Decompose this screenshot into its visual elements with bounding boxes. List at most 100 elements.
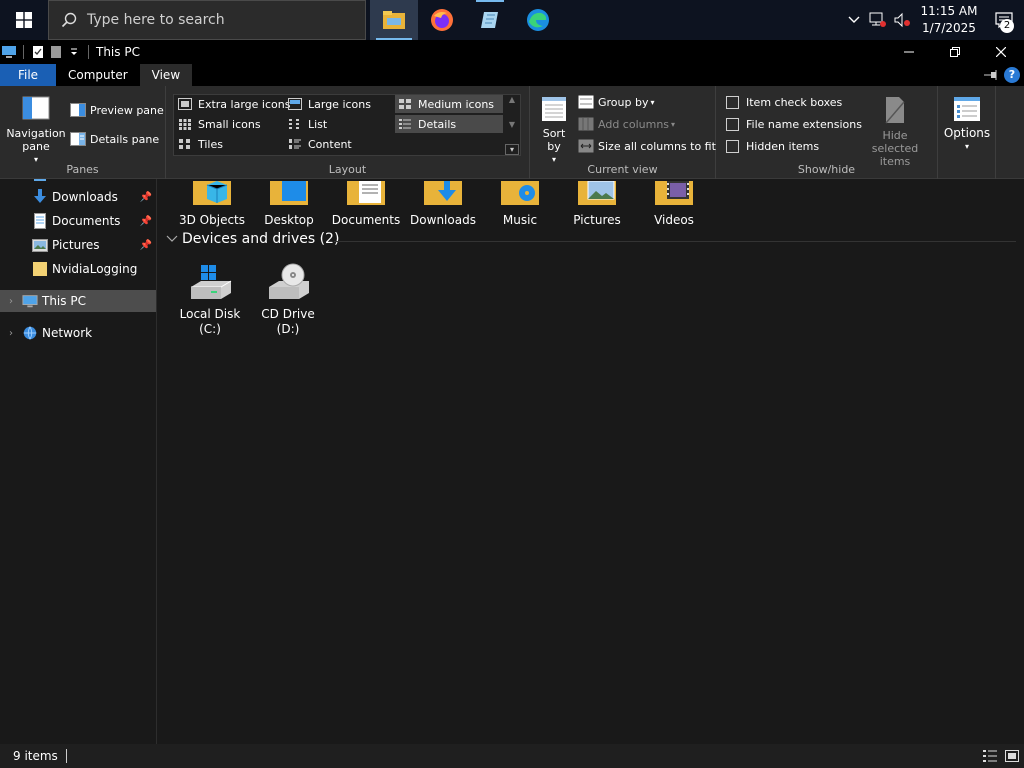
layout-large-icons[interactable]: Large icons	[285, 95, 393, 113]
taskbar-edge[interactable]	[514, 0, 562, 40]
drive-cd-drive-d[interactable]: CD Drive (D:)	[253, 263, 323, 337]
size-all-columns-button[interactable]: Size all columns to fit	[578, 137, 716, 155]
gallery-up-icon[interactable]: ▲	[509, 95, 515, 104]
hide-selected-items-button[interactable]: Hide selected items	[858, 96, 932, 168]
folder-videos[interactable]: Videos	[635, 179, 713, 227]
drive-name: CD Drive	[261, 307, 315, 321]
notepad-icon	[481, 12, 498, 28]
folder-label: Desktop	[264, 213, 314, 227]
qat-dropdown-icon[interactable]	[65, 40, 83, 64]
taskbar-file-explorer[interactable]	[370, 0, 418, 40]
taskbar-firefox[interactable]	[418, 0, 466, 40]
group-current-view: Sort by ▾ Group by ▾ Add columns ▾ Size …	[530, 86, 716, 179]
downloads-icon	[32, 189, 48, 205]
pin-icon[interactable]: 📌	[140, 192, 152, 203]
large-icons-icon	[288, 98, 302, 110]
pin-icon[interactable]: 📌	[140, 240, 152, 251]
options-label: Options	[943, 126, 991, 140]
details-view-icon[interactable]	[982, 748, 998, 764]
collapse-chevron-icon[interactable]	[166, 235, 178, 243]
expand-chevron-icon[interactable]: ›	[4, 328, 18, 339]
item-check-boxes-toggle[interactable]: Item check boxes	[726, 93, 842, 111]
this-pc-icon	[22, 293, 38, 309]
folder-documents[interactable]: Documents	[327, 179, 405, 227]
volume-muted-icon[interactable]	[890, 0, 914, 40]
hidden-items-checkbox[interactable]	[726, 139, 739, 153]
folder-downloads[interactable]: Downloads	[404, 179, 482, 227]
folder-desktop[interactable]: Desktop	[250, 179, 328, 227]
layout-list[interactable]: List	[285, 115, 393, 133]
preview-pane-button[interactable]: Preview pane	[70, 101, 164, 119]
options-chevron-icon: ▾	[964, 142, 969, 151]
folder-music[interactable]: Music	[481, 179, 559, 227]
start-button[interactable]	[0, 0, 48, 40]
layout-tiles[interactable]: Tiles	[175, 135, 283, 153]
action-center-button[interactable]: 2	[984, 0, 1024, 40]
layout-content[interactable]: Content	[285, 135, 393, 153]
layout-extra-large-icons[interactable]: Extra large icons	[175, 95, 290, 113]
item-count: 9 items	[13, 749, 58, 763]
add-columns-chevron-icon: ▾	[671, 119, 676, 129]
nav-item-label: This PC	[42, 294, 86, 308]
file-name-extensions-toggle[interactable]: File name extensions	[726, 115, 862, 133]
hide-selected-icon	[885, 97, 905, 124]
size-columns-icon	[578, 139, 594, 153]
group-options: Options ▾	[938, 86, 996, 179]
navigation-pane-button[interactable]: Navigation pane ▾	[6, 96, 66, 166]
add-columns-button[interactable]: Add columns ▾	[578, 115, 675, 133]
tab-computer[interactable]: Computer	[56, 64, 140, 86]
pin-icon[interactable]: 📌	[140, 216, 152, 227]
properties-icon[interactable]	[29, 40, 47, 64]
taskbar-search-box[interactable]: Type here to search	[48, 0, 366, 40]
help-icon[interactable]: ?	[1004, 67, 1020, 83]
folder-label: Music	[502, 213, 538, 227]
minimize-button[interactable]	[886, 40, 932, 64]
clock-time: 11:15 AM	[920, 4, 978, 18]
sort-by-button[interactable]: Sort by ▾	[536, 96, 572, 166]
gallery-down-icon[interactable]: ▼	[509, 120, 515, 129]
item-check-boxes-checkbox[interactable]	[726, 95, 739, 109]
taskbar-clock[interactable]: 11:15 AM 1/7/2025	[914, 3, 984, 37]
drive-name: Local Disk	[179, 307, 241, 321]
close-button[interactable]	[978, 40, 1024, 64]
large-icons-view-icon[interactable]	[1004, 748, 1020, 764]
nav-item-documents[interactable]: Documents 📌	[0, 210, 156, 232]
cd-drive-icon	[269, 263, 309, 299]
nav-item-downloads[interactable]: Downloads 📌	[0, 186, 156, 208]
details-pane-button[interactable]: Details pane	[70, 130, 159, 148]
file-name-extensions-checkbox[interactable]	[726, 117, 739, 131]
nav-item-network[interactable]: › Network	[0, 322, 156, 344]
status-bar: 9 items	[0, 744, 1024, 768]
layout-small-icons[interactable]: Small icons	[175, 115, 283, 133]
pin-ribbon-icon[interactable]	[984, 70, 998, 80]
layout-content-label: Content	[308, 137, 352, 151]
nav-clipped-item	[34, 179, 46, 181]
drive-local-disk-c[interactable]: Local Disk (C:)	[175, 263, 245, 337]
tray-chevron-up-icon[interactable]	[842, 0, 866, 40]
details-icon	[398, 118, 412, 130]
expand-chevron-icon[interactable]: ›	[4, 296, 18, 307]
documents-icon	[32, 213, 48, 229]
nav-item-nvidialogging[interactable]: NvidiaLogging	[0, 258, 156, 280]
group-by-button[interactable]: Group by ▾	[578, 93, 655, 111]
devices-and-drives-header[interactable]: Devices and drives (2)	[166, 231, 339, 247]
tab-file[interactable]: File	[0, 64, 56, 86]
nav-item-pictures[interactable]: Pictures 📌	[0, 234, 156, 256]
add-columns-label: Add columns	[598, 117, 670, 131]
nav-item-this-pc[interactable]: › This PC	[0, 290, 156, 312]
layout-medium-icons-label: Medium icons	[418, 97, 495, 111]
content-icon	[288, 138, 302, 150]
folder-pictures[interactable]: Pictures	[558, 179, 636, 227]
options-button[interactable]: Options ▾	[942, 96, 992, 153]
folder-3d-objects[interactable]: 3D Objects	[173, 179, 251, 227]
taskbar-notepad[interactable]	[466, 0, 514, 40]
layout-details[interactable]: Details	[395, 115, 503, 133]
tiles-icon	[178, 138, 192, 150]
layout-medium-icons[interactable]: Medium icons	[395, 95, 503, 113]
tab-view[interactable]: View	[139, 64, 193, 86]
new-folder-icon[interactable]	[47, 40, 65, 64]
hidden-items-toggle[interactable]: Hidden items	[726, 137, 819, 155]
network-status-icon[interactable]	[866, 0, 890, 40]
restore-button[interactable]	[932, 40, 978, 64]
gallery-expand-icon[interactable]: ▾	[505, 144, 519, 155]
